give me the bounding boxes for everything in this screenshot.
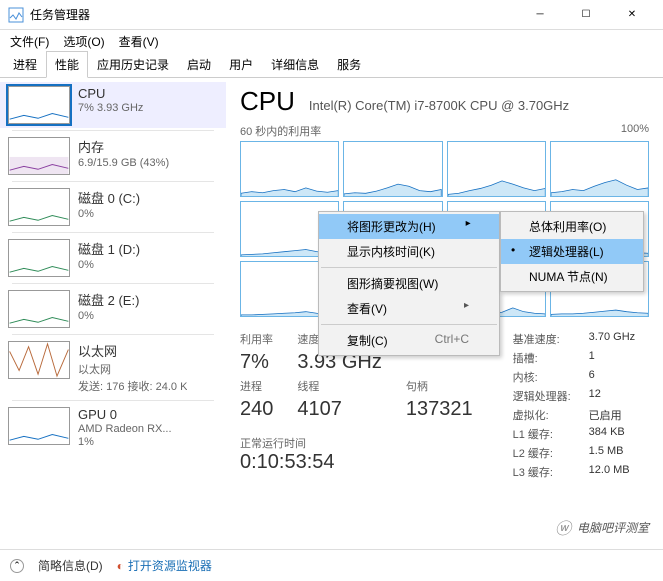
tab-users[interactable]: 用户 xyxy=(220,51,262,78)
val-sockets: 1 xyxy=(589,350,635,366)
sidebar-item-5[interactable]: 以太网以太网发送: 176 接收: 24.0 K xyxy=(0,337,226,398)
val-l2: 1.5 MB xyxy=(589,445,635,461)
val-l1: 384 KB xyxy=(589,426,635,442)
val-virt: 已启用 xyxy=(589,407,635,423)
thumb-icon xyxy=(8,239,70,277)
val-lps: 12 xyxy=(589,388,635,404)
graph-max: 100% xyxy=(621,123,649,139)
less-details-link[interactable]: 简略信息(D) xyxy=(38,557,103,574)
val-uptime: 0:10:53:54 xyxy=(240,451,473,474)
thumb-icon xyxy=(8,290,70,328)
resmon-icon: ◐ xyxy=(117,559,124,573)
minimize-button[interactable]: ─ xyxy=(517,0,563,30)
val-l3: 12.0 MB xyxy=(589,464,635,480)
label-sockets: 插槽: xyxy=(513,350,571,366)
label-l1: L1 缓存: xyxy=(513,426,571,442)
label-lps: 逻辑处理器: xyxy=(513,388,571,404)
label-virt: 虚拟化: xyxy=(513,407,571,423)
tab-startup[interactable]: 启动 xyxy=(178,51,220,78)
ctx-overall[interactable]: 总体利用率(O) xyxy=(501,214,643,239)
sidebar-item-3[interactable]: 磁盘 1 (D:)0% xyxy=(0,235,226,281)
thumb-icon xyxy=(8,137,70,175)
label-uptime: 正常运行时间 xyxy=(240,435,473,451)
context-menu-main: 将图形更改为(H) 显示内核时间(K) 图形摘要视图(W) 查看(V) 复制(C… xyxy=(318,211,500,356)
ctx-numa[interactable]: NUMA 节点(N) xyxy=(501,264,643,289)
label-l3: L3 缓存: xyxy=(513,464,571,480)
ctx-kernel-time[interactable]: 显示内核时间(K) xyxy=(319,239,499,264)
tab-processes[interactable]: 进程 xyxy=(4,51,46,78)
label-util: 利用率 xyxy=(240,331,273,347)
val-util: 7% xyxy=(240,351,273,374)
label-cores: 内核: xyxy=(513,369,571,385)
context-submenu: 总体利用率(O) 逻辑处理器(L) NUMA 节点(N) xyxy=(500,211,644,292)
thumb-icon xyxy=(8,188,70,226)
val-handles: 137321 xyxy=(406,398,473,421)
cpu-chart-3[interactable] xyxy=(550,141,649,197)
thumb-icon xyxy=(8,86,70,124)
watermark: ⓦ 电脑吧评测室 xyxy=(555,515,649,539)
ctx-view[interactable]: 查看(V) xyxy=(319,296,499,321)
val-cores: 6 xyxy=(589,369,635,385)
thumb-icon xyxy=(8,341,70,379)
app-icon xyxy=(8,7,24,23)
val-threads: 4107 xyxy=(297,398,381,421)
close-button[interactable]: ✕ xyxy=(609,0,655,30)
sidebar-item-2[interactable]: 磁盘 0 (C:)0% xyxy=(0,184,226,230)
chevron-up-icon[interactable]: ⌃ xyxy=(10,559,24,573)
sidebar-item-4[interactable]: 磁盘 2 (E:)0% xyxy=(0,286,226,332)
statusbar: ⌃ 简略信息(D) ◐ 打开资源监视器 xyxy=(0,549,663,581)
val-procs: 240 xyxy=(240,398,273,421)
ctx-logical-processors[interactable]: 逻辑处理器(L) xyxy=(501,239,643,264)
menu-file[interactable]: 文件(F) xyxy=(4,31,55,52)
ctx-copy[interactable]: 复制(C)Ctrl+C xyxy=(319,328,499,353)
ctx-summary-view[interactable]: 图形摘要视图(W) xyxy=(319,271,499,296)
label-base: 基准速度: xyxy=(513,331,571,347)
window-title: 任务管理器 xyxy=(30,6,517,23)
open-resmon-link[interactable]: ◐ 打开资源监视器 xyxy=(117,557,212,574)
tab-history[interactable]: 应用历史记录 xyxy=(88,51,178,78)
cpu-chart-1[interactable] xyxy=(343,141,442,197)
tab-details[interactable]: 详细信息 xyxy=(262,51,328,78)
label-l2: L2 缓存: xyxy=(513,445,571,461)
cpu-model: Intel(R) Core(TM) i7-8700K CPU @ 3.70GHz xyxy=(309,98,569,113)
cpu-chart-2[interactable] xyxy=(447,141,546,197)
menubar: 文件(F) 选项(O) 查看(V) xyxy=(0,30,663,52)
label-procs: 进程 xyxy=(240,378,273,394)
sidebar-item-0[interactable]: CPU7% 3.93 GHz xyxy=(0,82,226,128)
tab-services[interactable]: 服务 xyxy=(328,51,370,78)
ctx-change-graph[interactable]: 将图形更改为(H) xyxy=(319,214,499,239)
sidebar-item-1[interactable]: 内存6.9/15.9 GB (43%) xyxy=(0,133,226,179)
graph-lead: 60 秒内的利用率 xyxy=(240,123,321,139)
sidebar-item-6[interactable]: GPU 0AMD Radeon RX...1% xyxy=(0,403,226,452)
thumb-icon xyxy=(8,407,70,445)
titlebar: 任务管理器 ─ ☐ ✕ xyxy=(0,0,663,30)
main-title: CPU xyxy=(240,86,295,117)
label-handles: 句柄 xyxy=(406,378,473,394)
tabs: 进程 性能 应用历史记录 启动 用户 详细信息 服务 xyxy=(0,52,663,78)
tab-performance[interactable]: 性能 xyxy=(46,51,88,78)
label-threads: 线程 xyxy=(297,378,381,394)
sidebar: CPU7% 3.93 GHz 内存6.9/15.9 GB (43%) 磁盘 0 (C… xyxy=(0,78,226,549)
cpu-chart-0[interactable] xyxy=(240,141,339,197)
wechat-icon: ⓦ xyxy=(555,515,571,539)
val-base: 3.70 GHz xyxy=(589,331,635,347)
menu-view[interactable]: 查看(V) xyxy=(113,31,165,52)
maximize-button[interactable]: ☐ xyxy=(563,0,609,30)
menu-options[interactable]: 选项(O) xyxy=(57,31,110,52)
